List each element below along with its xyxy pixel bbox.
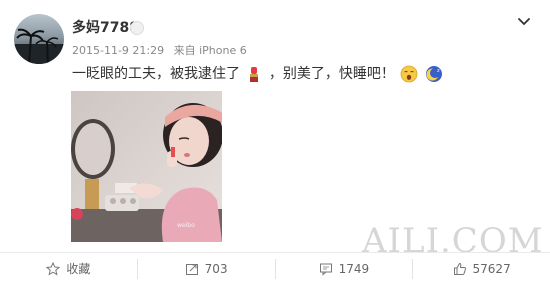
post-text-part2: ，别美了，快睡吧！ <box>268 66 395 82</box>
member-badge-icon <box>130 21 144 35</box>
svg-text:weibo: weibo <box>177 222 195 229</box>
username[interactable]: 多妈7788 <box>72 20 139 36</box>
repost-icon <box>185 263 198 275</box>
post-timestamp[interactable]: 2015-11-9 21:29 <box>72 44 164 57</box>
avatar[interactable] <box>14 14 64 64</box>
like-button[interactable]: 57627 <box>412 258 550 279</box>
post-text-part1: 一眨眼的工夫，被我逮住了 <box>72 66 240 82</box>
action-bar: 收藏 703 1749 57627 <box>0 252 550 284</box>
star-icon <box>46 261 61 276</box>
palm-tree-sunset-image <box>14 28 64 64</box>
post-source: 来自 iPhone 6 <box>173 44 247 57</box>
comment-icon <box>319 263 332 276</box>
yawn-face-icon <box>400 65 418 83</box>
lipstick-icon <box>250 67 259 82</box>
like-count: 57627 <box>472 261 511 276</box>
thumbs-up-icon <box>453 262 466 275</box>
girl-makeup-photo: weibo <box>71 91 222 242</box>
chevron-down-icon[interactable] <box>516 14 532 30</box>
favorite-button[interactable]: 收藏 <box>0 259 137 279</box>
sleepy-moon-icon: z <box>425 66 442 82</box>
comment-button[interactable]: 1749 <box>274 258 413 279</box>
repost-count: 703 <box>204 261 228 276</box>
comment-count: 1749 <box>338 261 370 276</box>
post-meta: 2015-11-9 21:29 来自 iPhone 6 <box>72 44 247 57</box>
post-photo[interactable]: weibo <box>71 91 222 242</box>
favorite-label: 收藏 <box>66 262 91 276</box>
post-text: 一眨眼的工夫，被我逮住了 ，别美了，快睡吧！ z <box>72 64 444 84</box>
repost-button[interactable]: 703 <box>136 258 275 279</box>
svg-text:z: z <box>437 68 440 74</box>
